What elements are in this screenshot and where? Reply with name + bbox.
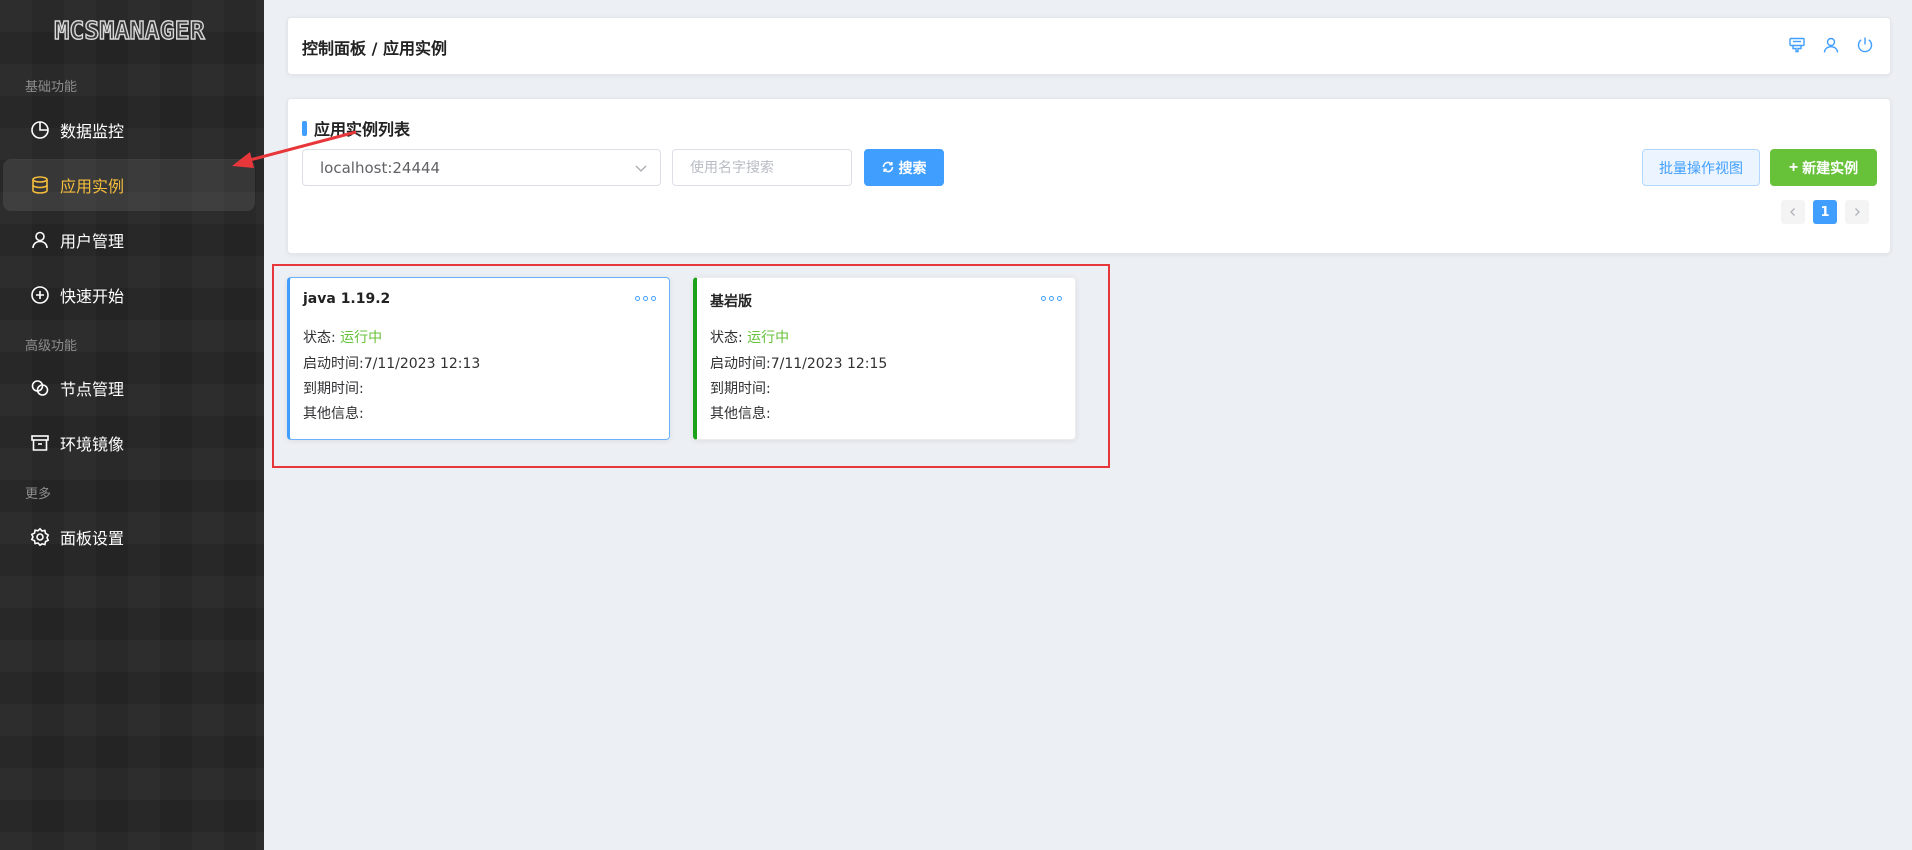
plus-circle-icon	[29, 284, 51, 306]
sidebar-item-label: 应用实例	[60, 177, 125, 196]
logo-text: MCSMANAGER	[54, 15, 206, 45]
chevron-down-icon	[634, 161, 648, 175]
instance-expire-time: 到期时间:	[710, 381, 771, 397]
theme-toggle-icon[interactable]	[1788, 36, 1806, 54]
sidebar-item-monitor[interactable]: 数据监控	[3, 104, 255, 156]
pie-chart-icon	[29, 119, 51, 141]
instance-status: 状态: 运行中	[303, 327, 382, 347]
instance-start-time: 启动时间:7/11/2023 12:15	[710, 356, 888, 372]
instance-status: 状态: 运行中	[710, 327, 789, 347]
chevron-right-icon	[1855, 208, 1860, 216]
instance-list-card: 应用实例列表 localhost:24444 搜索 批量操作视图 + 新建实例 …	[287, 98, 1891, 254]
prev-page-button[interactable]	[1781, 200, 1805, 224]
search-button-label: 搜索	[898, 159, 927, 176]
node-select[interactable]: localhost:24444	[302, 149, 661, 186]
user-icon[interactable]	[1822, 36, 1840, 54]
header-card: 控制面板 / 应用实例	[287, 17, 1891, 75]
instance-card[interactable]: java 1.19.2 状态: 运行中 启动时间:7/11/2023 12:13…	[287, 277, 670, 440]
instance-expire-time: 到期时间:	[303, 381, 364, 397]
breadcrumb: 控制面板 / 应用实例	[302, 39, 447, 58]
sidebar-item-label: 数据监控	[60, 122, 125, 141]
new-button-label: 新建实例	[1802, 159, 1859, 176]
batch-button-label: 批量操作视图	[1659, 159, 1743, 176]
search-button[interactable]: 搜索	[864, 149, 944, 186]
instance-name: 基岩版	[710, 294, 752, 310]
search-input[interactable]	[672, 149, 852, 186]
archive-box-icon	[29, 432, 51, 454]
nodes-icon	[29, 377, 51, 399]
status-label: 状态:	[303, 330, 336, 346]
section-label-basic: 基础功能	[25, 80, 78, 95]
logo: MCSMANAGER	[32, 15, 227, 45]
page-number-current[interactable]: 1	[1813, 200, 1837, 224]
header-actions	[1788, 36, 1874, 54]
power-icon[interactable]	[1856, 36, 1874, 54]
sidebar-item-images[interactable]: 环境镜像	[3, 417, 255, 469]
status-label: 状态:	[710, 330, 743, 346]
plus-icon: +	[1788, 158, 1799, 176]
new-instance-button[interactable]: + 新建实例	[1770, 149, 1877, 186]
node-select-value: localhost:24444	[320, 158, 441, 177]
section-label-more: 更多	[25, 487, 52, 502]
sidebar-item-quickstart[interactable]: 快速开始	[3, 269, 255, 321]
database-icon	[29, 174, 51, 196]
sidebar-item-label: 面板设置	[60, 529, 125, 548]
sidebar-item-label: 环境镜像	[60, 435, 125, 454]
instance-card[interactable]: 基岩版 状态: 运行中 启动时间:7/11/2023 12:15 到期时间: 其…	[693, 277, 1076, 440]
sidebar-item-label: 节点管理	[60, 380, 125, 399]
refresh-icon	[882, 160, 894, 176]
instance-other-info: 其他信息:	[303, 406, 364, 422]
list-title-text: 应用实例列表	[314, 120, 411, 139]
sidebar: MCSMANAGER 基础功能 数据监控 应用实例 用户管理 快速开始 高级功能…	[0, 0, 264, 850]
sidebar-item-nodes[interactable]: 节点管理	[3, 362, 255, 414]
list-title: 应用实例列表	[302, 116, 410, 140]
sidebar-item-users[interactable]: 用户管理	[3, 214, 255, 266]
batch-operation-button[interactable]: 批量操作视图	[1642, 149, 1760, 186]
status-value: 运行中	[340, 330, 383, 346]
section-label-advanced: 高级功能	[25, 339, 78, 354]
user-icon	[29, 229, 51, 251]
sidebar-item-instances[interactable]: 应用实例	[3, 159, 255, 211]
status-value: 运行中	[747, 330, 790, 346]
gear-icon	[29, 526, 51, 548]
instance-start-time: 启动时间:7/11/2023 12:13	[303, 356, 481, 372]
next-page-button[interactable]	[1845, 200, 1869, 224]
instance-other-info: 其他信息:	[710, 406, 771, 422]
instance-name: java 1.19.2	[303, 291, 391, 307]
sidebar-item-settings[interactable]: 面板设置	[3, 511, 255, 563]
title-accent-bar	[302, 120, 307, 136]
sidebar-item-label: 用户管理	[60, 232, 125, 251]
pagination: 1	[1781, 200, 1869, 224]
sidebar-item-label: 快速开始	[60, 287, 125, 306]
more-options-icon[interactable]	[1041, 296, 1062, 301]
more-options-icon[interactable]	[635, 296, 656, 301]
chevron-left-icon	[1790, 208, 1795, 216]
